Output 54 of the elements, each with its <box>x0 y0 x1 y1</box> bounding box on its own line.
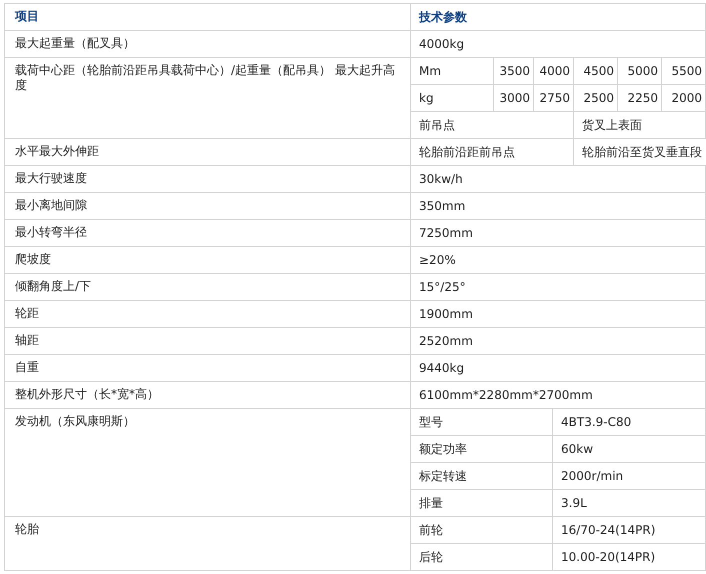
table-cell: 爬坡度 <box>5 247 411 274</box>
table-cell: Mm <box>411 58 494 85</box>
table-cell: 2500 <box>574 85 618 112</box>
table-cell: 15°/25° <box>411 274 706 301</box>
table-cell: 倾翻角度上/下 <box>5 274 411 301</box>
table-cell: 4BT3.9-C80 <box>553 409 706 436</box>
table-cell: 16/70-24(14PR) <box>553 517 706 544</box>
table-cell: 型号 <box>411 409 553 436</box>
table-cell: 5500 <box>662 58 706 85</box>
table-cell: 轮胎前沿距前吊点 <box>411 139 574 166</box>
table-cell: 1900mm <box>411 301 706 328</box>
table-cell: 2000r/min <box>553 463 706 490</box>
table-cell: 后轮 <box>411 544 553 571</box>
table-cell: 前轮 <box>411 517 553 544</box>
table-cell: 前吊点 <box>411 112 574 139</box>
column-header: 项目 <box>5 4 411 31</box>
table-cell: 5000 <box>618 58 662 85</box>
table-cell: 排量 <box>411 490 553 517</box>
table-cell: 整机外形尺寸（长*宽*高） <box>5 382 411 409</box>
table-cell: 4500 <box>574 58 618 85</box>
table-cell: 3500 <box>494 58 534 85</box>
table-cell: 4000kg <box>411 31 706 58</box>
table-cell: 标定转速 <box>411 463 553 490</box>
table-cell: 轮距 <box>5 301 411 328</box>
table-cell: 轮胎 <box>5 517 411 571</box>
table-cell: 货叉上表面 <box>574 112 706 139</box>
table-cell: 60kw <box>553 436 706 463</box>
table-cell: 4000 <box>534 58 574 85</box>
column-header: 技术参数 <box>411 4 706 31</box>
table-cell: 载荷中心距（轮胎前沿距吊具载荷中心）/起重量（配吊具） 最大起升高度 <box>5 58 411 139</box>
table-cell: kg <box>411 85 494 112</box>
table-cell: 最小离地间隙 <box>5 193 411 220</box>
table-cell: 轴距 <box>5 328 411 355</box>
table-cell: 自重 <box>5 355 411 382</box>
table-cell: 发动机（东风康明斯） <box>5 409 411 517</box>
table-cell: 最大起重量（配叉具） <box>5 31 411 58</box>
table-cell: 10.00-20(14PR) <box>553 544 706 571</box>
table-cell: 2000 <box>662 85 706 112</box>
table-cell: 9440kg <box>411 355 706 382</box>
table-cell: 3.9L <box>553 490 706 517</box>
table-cell: 6100mm*2280mm*2700mm <box>411 382 706 409</box>
table-cell: 2750 <box>534 85 574 112</box>
table-cell: 2250 <box>618 85 662 112</box>
table-cell: 30kw/h <box>411 166 706 193</box>
table-cell: ≥20% <box>411 247 706 274</box>
table-cell: 3000 <box>494 85 534 112</box>
table-cell: 2520mm <box>411 328 706 355</box>
table-cell: 水平最大外伸距 <box>5 139 411 166</box>
table-cell: 最大行驶速度 <box>5 166 411 193</box>
table-cell: 轮胎前沿至货叉垂直段 <box>574 139 706 166</box>
table-cell: 7250mm <box>411 220 706 247</box>
table-cell: 350mm <box>411 193 706 220</box>
table-cell: 最小转弯半径 <box>5 220 411 247</box>
table-cell: 额定功率 <box>411 436 553 463</box>
